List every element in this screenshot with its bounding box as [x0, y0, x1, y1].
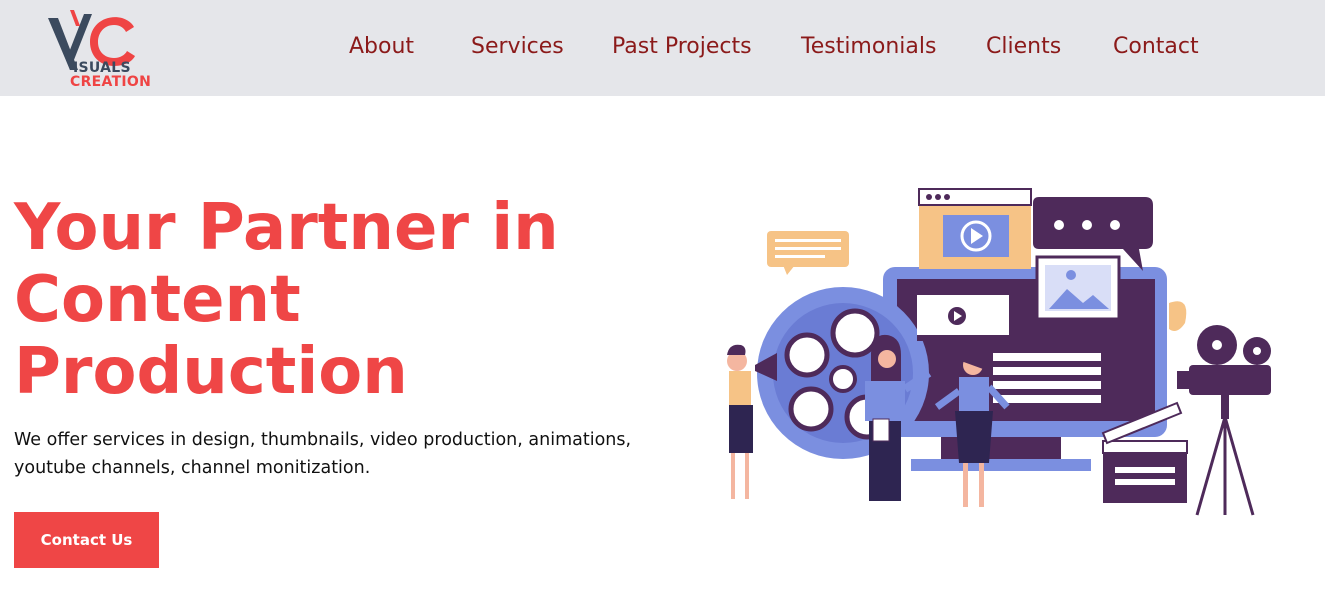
contact-us-button[interactable]: Contact Us [14, 512, 159, 568]
nav-link-services[interactable]: Services [471, 34, 564, 59]
nav-link-testimonials[interactable]: Testimonials [801, 34, 936, 59]
nav-link-clients[interactable]: Clients [986, 34, 1061, 59]
brand-logo[interactable]: ISUALS CREATION [40, 8, 160, 92]
hero-title: Your Partner in Content Production [14, 192, 654, 408]
nav-link-past-projects[interactable]: Past Projects [612, 34, 752, 59]
logo-text-creation: CREATION [70, 74, 152, 90]
hero-description: We offer services in design, thumbnails,… [14, 426, 654, 482]
hero-title-line-1: Your Partner in [14, 191, 559, 265]
video-production-team-illustration [727, 188, 1271, 516]
site-header: ISUALS CREATION About Services Past Proj… [0, 0, 1325, 96]
nav-link-contact[interactable]: Contact [1113, 34, 1199, 59]
nav-link-about[interactable]: About [349, 34, 414, 59]
hero-description-line-1: We offer services in design, thumbnails,… [14, 430, 632, 450]
hero-description-line-2: youtube channels, channel monitization. [14, 458, 371, 478]
hero-title-line-2: Content [14, 263, 301, 337]
hero-title-line-3: Production [14, 335, 408, 409]
hero-illustration [715, 185, 1285, 530]
